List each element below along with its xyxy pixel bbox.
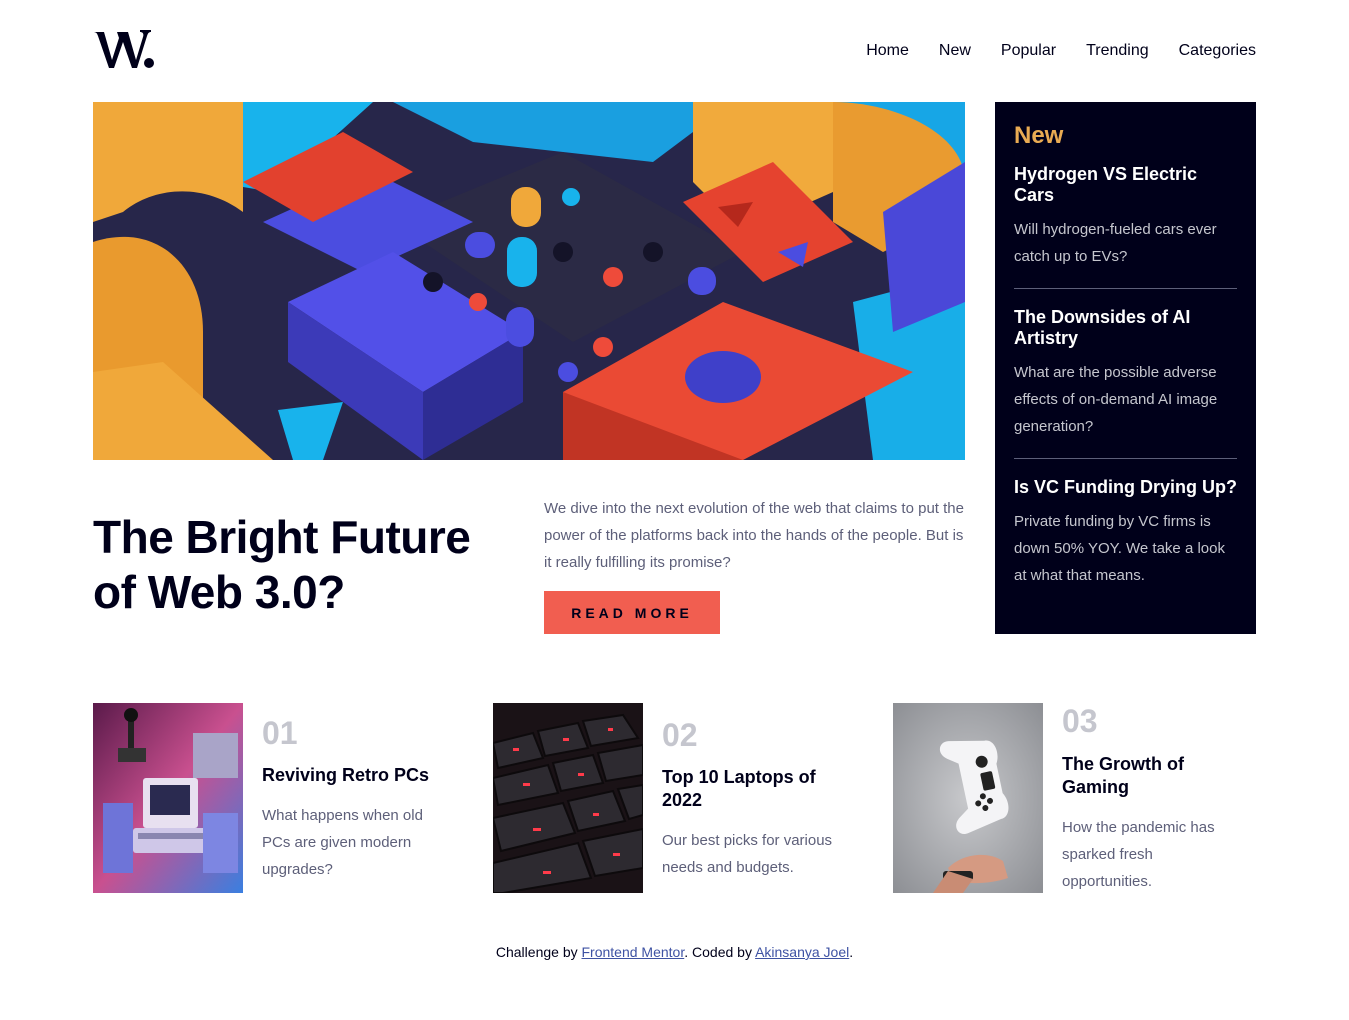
hero-description: We dive into the next evolution of the w… — [544, 500, 964, 571]
new-item[interactable]: The Downsides of AI Artistry What are th… — [1014, 289, 1237, 459]
nav-home[interactable]: Home — [866, 41, 909, 61]
new-item-title[interactable]: Is VC Funding Drying Up? — [1014, 477, 1237, 498]
card-number: 03 — [1062, 703, 1098, 739]
card-number: 02 — [662, 717, 698, 753]
footer-attribution: Challenge by Frontend Mentor. Coded by A… — [0, 942, 1349, 962]
nav-categories[interactable]: Categories — [1179, 41, 1256, 61]
main-nav: Home New Popular Trending Categories — [866, 41, 1256, 61]
laptop-keyboard-image — [493, 703, 643, 893]
nav-new[interactable]: New — [939, 41, 971, 61]
card-title[interactable]: Reviving Retro PCs — [262, 764, 447, 787]
new-item-description: What are the possible adverse effects of… — [1014, 364, 1218, 435]
footer-middle: . Coded by — [684, 944, 756, 960]
game-controller-image — [893, 703, 1043, 893]
footer-prefix: Challenge by — [495, 944, 582, 960]
hero-title: The Bright Future of Web 3.0? — [93, 511, 471, 618]
card-title[interactable]: Top 10 Laptops of 2022 — [662, 766, 847, 812]
article-card: 02 Top 10 Laptops of 2022 Our best picks… — [493, 703, 843, 893]
footer-suffix: . — [849, 944, 854, 960]
nav-popular[interactable]: Popular — [1001, 41, 1056, 61]
article-card: 01 Reviving Retro PCs What happens when … — [93, 703, 443, 893]
new-panel: New Hydrogen VS Electric Cars Will hydro… — [995, 102, 1256, 634]
read-more-button[interactable]: READ MORE — [544, 591, 720, 634]
new-item[interactable]: Is VC Funding Drying Up? Private funding… — [1014, 459, 1237, 607]
new-item-description: Private funding by VC firms is down 50% … — [1014, 513, 1225, 584]
hero-image — [93, 102, 965, 460]
card-description: How the pandemic has sparked fresh oppor… — [1062, 819, 1215, 890]
nav-trending[interactable]: Trending — [1086, 41, 1149, 61]
new-panel-heading: New — [1014, 122, 1064, 149]
logo-icon[interactable] — [93, 28, 157, 70]
new-item-title[interactable]: The Downsides of AI Artistry — [1014, 307, 1237, 349]
card-description: Our best picks for various needs and bud… — [662, 832, 833, 876]
card-title[interactable]: The Growth of Gaming — [1062, 753, 1247, 799]
frontend-mentor-link[interactable]: Frontend Mentor — [582, 944, 685, 960]
article-card: 03 The Growth of Gaming How the pandemic… — [893, 703, 1243, 893]
card-number: 01 — [262, 715, 298, 751]
new-item[interactable]: Hydrogen VS Electric Cars Will hydrogen-… — [1014, 150, 1237, 289]
new-item-description: Will hydrogen-fueled cars ever catch up … — [1014, 221, 1217, 265]
new-item-title[interactable]: Hydrogen VS Electric Cars — [1014, 164, 1237, 206]
card-description: What happens when old PCs are given mode… — [262, 807, 423, 878]
author-link[interactable]: Akinsanya Joel — [755, 944, 849, 960]
retro-pc-image — [93, 703, 243, 893]
